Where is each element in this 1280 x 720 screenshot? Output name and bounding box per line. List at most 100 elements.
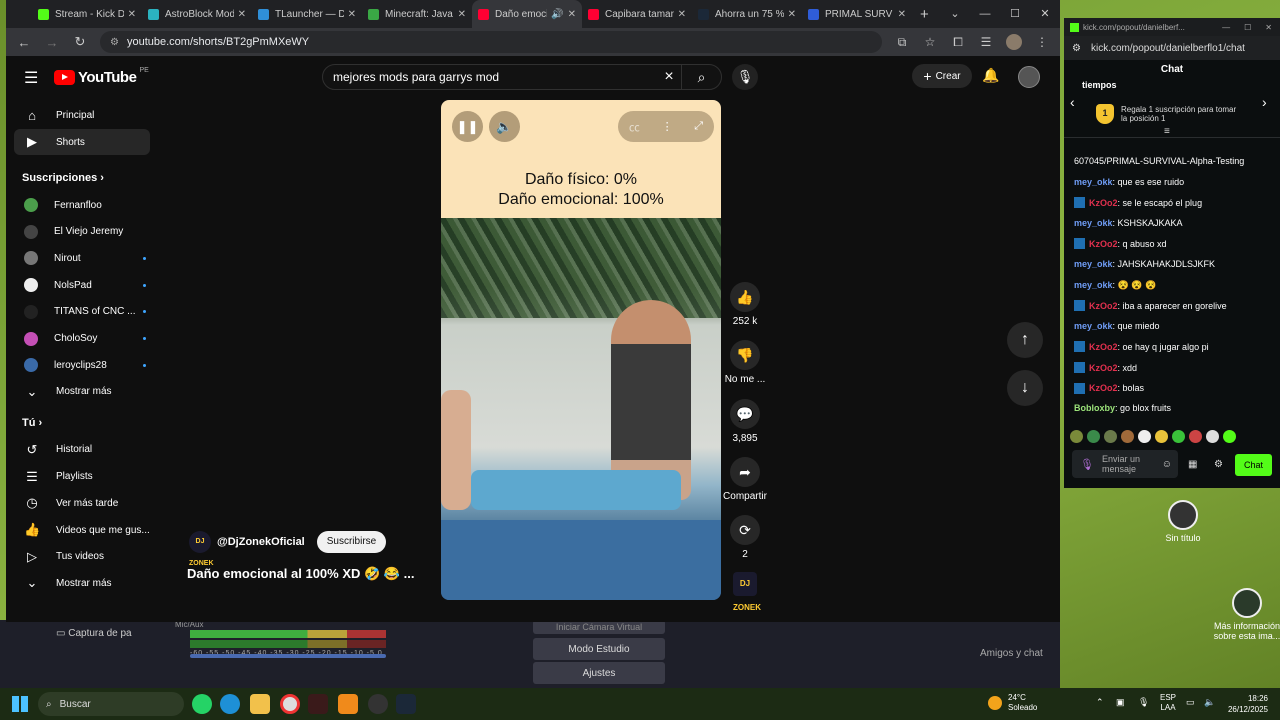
browser-tab[interactable]: Ahorra un 75 % e ✕ <box>692 0 802 28</box>
hamburger-menu-icon[interactable]: ☰ <box>24 68 38 88</box>
sidebar-item[interactable]: ◷ Ver más tarde <box>14 490 150 516</box>
chat-input[interactable]: 🎙 Enviar un mensaje ☺ <box>1072 450 1178 478</box>
taskbar-search[interactable]: ⌕ Buscar <box>38 692 184 716</box>
chat-username[interactable]: KzOo2 <box>1089 239 1118 249</box>
emote-icon[interactable] <box>1189 430 1202 443</box>
next-short-button[interactable]: ↓ <box>1007 370 1043 406</box>
profile-avatar[interactable] <box>1006 34 1022 50</box>
emote-icon[interactable] <box>1104 430 1117 443</box>
sidebar-item[interactable]: ⌂ Principal <box>14 102 150 128</box>
desktop-icon-info[interactable]: Más información sobre esta ima... <box>1212 588 1280 641</box>
subscription-item[interactable]: CholoSoy <box>14 326 150 352</box>
chat-username[interactable]: KzOo2 <box>1089 363 1118 373</box>
chat-username[interactable]: KzOo2 <box>1089 383 1118 393</box>
site-info-icon[interactable]: ⚙ <box>110 37 119 48</box>
fullscreen-icon[interactable]: ⤢ <box>694 120 703 133</box>
bookmark-star-icon[interactable]: ☆ <box>922 35 938 49</box>
emote-icon[interactable] <box>1223 430 1236 443</box>
browser-tab[interactable]: Stream - Kick Das ✕ <box>32 0 142 28</box>
volume-icon[interactable]: 🔈 <box>489 111 520 142</box>
reload-button[interactable]: ↻ <box>72 34 88 50</box>
close-tab-icon[interactable]: ✕ <box>568 9 576 20</box>
extensions-icon[interactable]: ⧠ <box>950 35 966 50</box>
chat-username[interactable]: Bobloxby <box>1074 403 1115 413</box>
chrome-icon[interactable] <box>280 694 300 714</box>
sidebar-item[interactable]: ▶ Shorts <box>14 129 150 155</box>
browser-tab[interactable]: TLauncher — Do ✕ <box>252 0 362 28</box>
emote-icon[interactable] <box>1087 430 1100 443</box>
friends-chat-button[interactable]: Amigos y chat <box>980 648 1043 659</box>
emote-icon[interactable] <box>1121 430 1134 443</box>
close-tab-icon[interactable]: ✕ <box>458 9 466 20</box>
audio-icon[interactable]: 🔊 <box>551 9 563 20</box>
back-button[interactable]: ← <box>16 35 32 50</box>
show-more-button[interactable]: ⌄ Mostrar más <box>14 379 150 405</box>
browser-tab[interactable]: Daño emocio 🔊 ✕ <box>472 0 582 28</box>
sidebar-item[interactable]: ☰ Playlists <box>14 464 150 490</box>
studio-mode-button[interactable]: Modo Estudio <box>533 638 665 660</box>
app-icon[interactable] <box>338 694 358 714</box>
sidebar-item[interactable]: ▷ Tus videos <box>14 544 150 570</box>
windows-start-icon[interactable] <box>12 696 28 712</box>
subscribe-button[interactable]: Suscribirse <box>316 531 387 553</box>
chat-username[interactable]: mey_okk <box>1074 259 1113 269</box>
settings-button[interactable]: Ajustes <box>533 662 665 684</box>
search-input[interactable]: mejores mods para garrys mod <box>323 70 657 84</box>
show-more-button[interactable]: ⌄ Mostrar más <box>14 570 150 596</box>
youtube-logo[interactable]: YouTube PE <box>54 67 149 86</box>
app-icon[interactable] <box>308 694 328 714</box>
whatsapp-icon[interactable] <box>192 694 212 714</box>
close-window-button[interactable]: ✕ <box>1030 0 1060 28</box>
volume-icon[interactable]: 🔈 <box>1204 697 1215 708</box>
subscription-item[interactable]: Fernanfloo <box>14 192 150 218</box>
forward-button[interactable]: → <box>44 35 60 50</box>
remix-button[interactable]: ⟳ 2 <box>728 515 762 560</box>
dislike-button[interactable]: 👎 No me ... <box>724 340 766 385</box>
short-video[interactable]: Daño físico: 0% Daño emocional: 100% ❚❚ … <box>441 100 721 600</box>
chevron-left-icon[interactable]: ‹ <box>1070 94 1075 110</box>
comments-button[interactable]: 💬 3,895 <box>728 399 762 444</box>
subscription-item[interactable]: leroyclips28 <box>14 352 150 378</box>
emote-icon[interactable] <box>1138 430 1151 443</box>
create-button[interactable]: + Crear <box>912 64 972 88</box>
language-indicator[interactable]: ESP LAA <box>1160 693 1176 713</box>
chevron-up-icon[interactable]: ⌃ <box>1096 697 1104 708</box>
weather-widget[interactable]: 24°C Soleado <box>988 693 1037 713</box>
chevron-right-icon[interactable]: › <box>1262 94 1267 110</box>
subscription-item[interactable]: NolsPad <box>14 272 150 298</box>
channel-name[interactable]: @DjZonekOficial <box>217 536 305 548</box>
chat-username[interactable]: mey_okk <box>1074 177 1113 187</box>
obs-icon[interactable] <box>368 694 388 714</box>
steam-icon[interactable] <box>396 694 416 714</box>
mic-icon[interactable]: 🎙 <box>1138 697 1149 708</box>
edge-icon[interactable] <box>220 694 240 714</box>
browser-tab[interactable]: Minecraft: Java y ✕ <box>362 0 472 28</box>
site-info-icon[interactable]: ⚙ <box>1072 43 1081 54</box>
chat-username[interactable]: mey_okk <box>1074 280 1113 290</box>
more-options-icon[interactable]: ⋮ <box>662 120 673 133</box>
notifications-bell-icon[interactable]: 🔔 <box>982 67 999 84</box>
chat-username[interactable]: KzOo2 <box>1089 301 1118 311</box>
emote-icon[interactable] <box>1206 430 1219 443</box>
clear-search-icon[interactable]: × <box>657 68 681 86</box>
previous-short-button[interactable]: ↑ <box>1007 322 1043 358</box>
send-chat-button[interactable]: Chat <box>1235 454 1272 476</box>
channel-avatar[interactable]: DJ ZONEK <box>189 531 214 567</box>
menu-icon[interactable]: ⋮ <box>1034 35 1050 49</box>
browser-tab[interactable]: Capibara tamaras ✕ <box>582 0 692 28</box>
clock[interactable]: 18:26 26/12/2025 <box>1226 693 1268 715</box>
like-button[interactable]: 👍 252 k <box>728 282 762 327</box>
tray-app-icon[interactable]: ▣ <box>1116 697 1125 708</box>
install-icon[interactable]: ⧉ <box>894 35 910 50</box>
emoji-icon[interactable]: ☺ <box>1162 459 1172 470</box>
close-window-button[interactable]: ✕ <box>1265 23 1272 32</box>
browser-tab[interactable]: PRIMAL SURV ✕ <box>802 0 912 28</box>
close-tab-icon[interactable]: ✕ <box>788 9 796 20</box>
account-avatar[interactable] <box>1018 66 1040 88</box>
voice-search-icon[interactable]: 🎙 <box>732 64 758 90</box>
new-tab-button[interactable]: + <box>920 6 929 23</box>
you-heading[interactable]: Tú › <box>22 417 42 429</box>
emote-icon[interactable] <box>1155 430 1168 443</box>
media-control-icon[interactable]: ☰ <box>978 35 994 49</box>
chat-username[interactable]: mey_okk <box>1074 321 1113 331</box>
